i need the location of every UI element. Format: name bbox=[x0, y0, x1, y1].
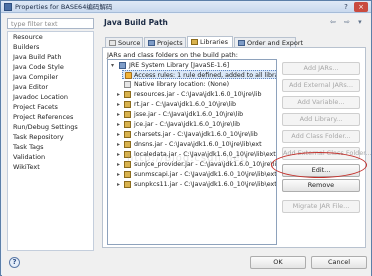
jar-icon bbox=[124, 101, 131, 108]
nav-item-javadoc-location[interactable]: Javadoc Location bbox=[13, 93, 68, 101]
help-icon[interactable]: ? bbox=[9, 257, 20, 268]
nav-item-project-facets[interactable]: Project Facets bbox=[13, 103, 58, 111]
nav-item-validation[interactable]: Validation bbox=[13, 153, 45, 161]
window-title: Properties for BASE64编码解码 bbox=[15, 3, 113, 11]
page-title: Java Build Path bbox=[104, 18, 168, 27]
remove-button[interactable]: Remove bbox=[282, 179, 360, 192]
tree-row-access-rules[interactable]: Access rules: 1 rule defined, added to a… bbox=[122, 70, 276, 79]
expand-icon[interactable]: ▸ bbox=[117, 170, 123, 179]
watermark: http://blog.csdn.net/ bbox=[127, 153, 250, 164]
expand-icon[interactable]: ▸ bbox=[117, 100, 123, 109]
section-label: JARs and class folders on the build path… bbox=[107, 51, 238, 59]
nav-item-java-build-path[interactable]: Java Build Path bbox=[13, 53, 61, 61]
expand-icon[interactable]: ▸ bbox=[117, 160, 123, 169]
filter-input[interactable]: type filter text bbox=[7, 18, 94, 29]
close-button[interactable]: × bbox=[354, 2, 368, 12]
nav-item-task-tags[interactable]: Task Tags bbox=[13, 143, 44, 151]
expand-icon[interactable]: ▸ bbox=[117, 140, 123, 149]
cancel-button[interactable]: Cancel bbox=[311, 256, 367, 269]
nav-item-java-editor[interactable]: Java Editor bbox=[13, 83, 48, 91]
nav-item-wikitext[interactable]: WikiText bbox=[13, 163, 40, 171]
jar-icon bbox=[124, 141, 131, 148]
library-icon bbox=[119, 62, 126, 69]
libraries-icon bbox=[191, 39, 198, 45]
add-variable-button[interactable]: Add Variable... bbox=[282, 96, 360, 109]
projects-icon bbox=[148, 40, 155, 46]
collapse-icon[interactable]: ▾ bbox=[111, 61, 117, 70]
source-folder-icon bbox=[109, 40, 116, 46]
ok-button[interactable]: OK bbox=[250, 256, 306, 269]
access-rules-icon bbox=[125, 72, 132, 79]
expand-icon[interactable]: ▸ bbox=[117, 90, 123, 99]
jar-icon bbox=[124, 91, 131, 98]
expand-icon[interactable]: ▸ bbox=[117, 120, 123, 129]
jar-icon bbox=[124, 131, 131, 138]
native-location-icon bbox=[124, 81, 131, 88]
title-bar: Properties for BASE64编码解码 ? × bbox=[1, 1, 371, 13]
edit-button[interactable]: Edit... bbox=[282, 164, 360, 177]
nav-item-java-compiler[interactable]: Java Compiler bbox=[13, 73, 58, 81]
nav-item-builders[interactable]: Builders bbox=[13, 43, 39, 51]
build-path-tree[interactable]: ▾ JRE System Library [JavaSE-1.6] Access… bbox=[107, 59, 277, 245]
jar-icon bbox=[124, 181, 131, 188]
add-external-jars-button[interactable]: Add External JARs... bbox=[282, 79, 360, 92]
add-external-class-folder-button[interactable]: Add External Class Folder... bbox=[282, 147, 372, 160]
add-jars-button[interactable]: Add JARs... bbox=[282, 62, 360, 75]
order-export-icon bbox=[238, 40, 245, 46]
nav-item-task-repository[interactable]: Task Repository bbox=[13, 133, 64, 141]
jar-icon bbox=[124, 171, 131, 178]
expand-icon[interactable]: ▸ bbox=[117, 180, 123, 189]
migrate-jar-button[interactable]: Migrate JAR File... bbox=[282, 200, 360, 213]
expand-icon[interactable]: ▸ bbox=[117, 150, 123, 159]
nav-item-run-debug-settings[interactable]: Run/Debug Settings bbox=[13, 123, 78, 131]
help-titlebar-button[interactable]: ? bbox=[340, 2, 352, 12]
nav-item-java-code-style[interactable]: Java Code Style bbox=[13, 63, 64, 71]
expand-icon[interactable]: ▸ bbox=[117, 130, 123, 139]
add-class-folder-button[interactable]: Add Class Folder... bbox=[282, 130, 360, 143]
add-library-button[interactable]: Add Library... bbox=[282, 113, 360, 126]
jar-icon bbox=[124, 111, 131, 118]
nav-item-resource[interactable]: Resource bbox=[13, 33, 43, 41]
history-nav-arrows[interactable]: ⇦ ⇨ ▾ bbox=[330, 18, 365, 26]
jar-icon bbox=[124, 121, 131, 128]
nav-item-project-references[interactable]: Project References bbox=[13, 113, 73, 121]
properties-dialog: Properties for BASE64编码解码 ? × type filte… bbox=[0, 0, 372, 276]
app-icon bbox=[4, 3, 12, 11]
expand-icon[interactable]: ▸ bbox=[117, 110, 123, 119]
